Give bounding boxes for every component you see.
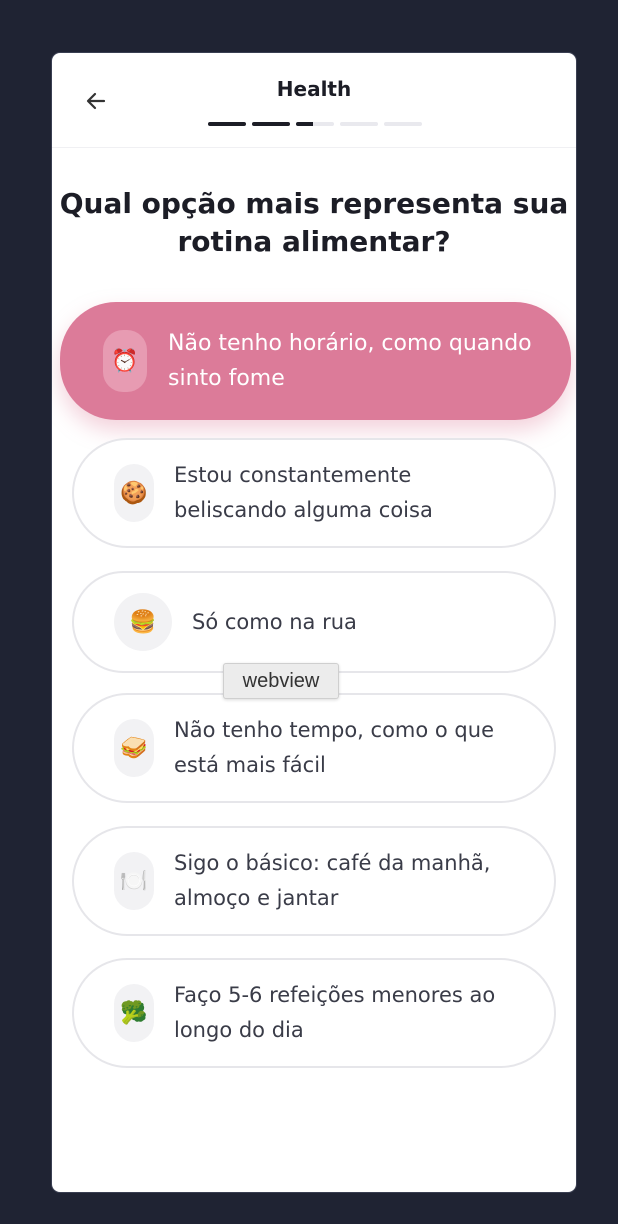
progress-step-1 bbox=[208, 122, 246, 126]
webview-tooltip: webview bbox=[223, 663, 339, 699]
progress-step-2 bbox=[252, 122, 290, 126]
option-label: Faço 5-6 refeições menores ao longo do d… bbox=[174, 983, 496, 1042]
question-heading: Qual opção mais representa sua rotina al… bbox=[59, 187, 569, 258]
burger-icon: 🍔 bbox=[114, 593, 172, 651]
option-label: Sigo o básico: café da manhã, almoço e j… bbox=[174, 851, 491, 910]
webview-frame: Health Qual opção mais representa sua ro… bbox=[52, 53, 576, 1192]
plate-cutlery-icon: 🍽️ bbox=[114, 852, 154, 910]
option-small-meals[interactable]: 🥦 Faço 5-6 refeições menores ao longo do… bbox=[72, 958, 556, 1068]
progress-step-4 bbox=[340, 122, 378, 126]
progress-step-3 bbox=[296, 122, 334, 126]
option-no-schedule[interactable]: ⏰ Não tenho horário, como quando sinto f… bbox=[60, 302, 571, 420]
cookie-icon: 🍪 bbox=[114, 464, 154, 522]
option-basic-meals[interactable]: 🍽️ Sigo o básico: café da manhã, almoço … bbox=[72, 826, 556, 936]
top-bar: Health bbox=[52, 53, 576, 148]
option-eat-out[interactable]: 🍔 Só como na rua bbox=[72, 571, 556, 673]
option-label: Só como na rua bbox=[192, 609, 357, 634]
option-label: Não tenho horário, como quando sinto fom… bbox=[168, 331, 532, 391]
option-no-time[interactable]: 🥪 Não tenho tempo, como o que está mais … bbox=[72, 693, 556, 803]
alarm-clock-icon: ⏰ bbox=[103, 330, 147, 392]
progress-step-5 bbox=[384, 122, 422, 126]
page-title: Health bbox=[276, 77, 352, 101]
option-label: Estou constantemente beliscando alguma c… bbox=[174, 463, 433, 522]
broccoli-icon: 🥦 bbox=[114, 984, 154, 1042]
option-label: Não tenho tempo, como o que está mais fá… bbox=[174, 718, 494, 777]
progress-indicator bbox=[208, 122, 422, 126]
option-snacking[interactable]: 🍪 Estou constantemente beliscando alguma… bbox=[72, 438, 556, 548]
sandwich-icon: 🥪 bbox=[114, 719, 154, 777]
